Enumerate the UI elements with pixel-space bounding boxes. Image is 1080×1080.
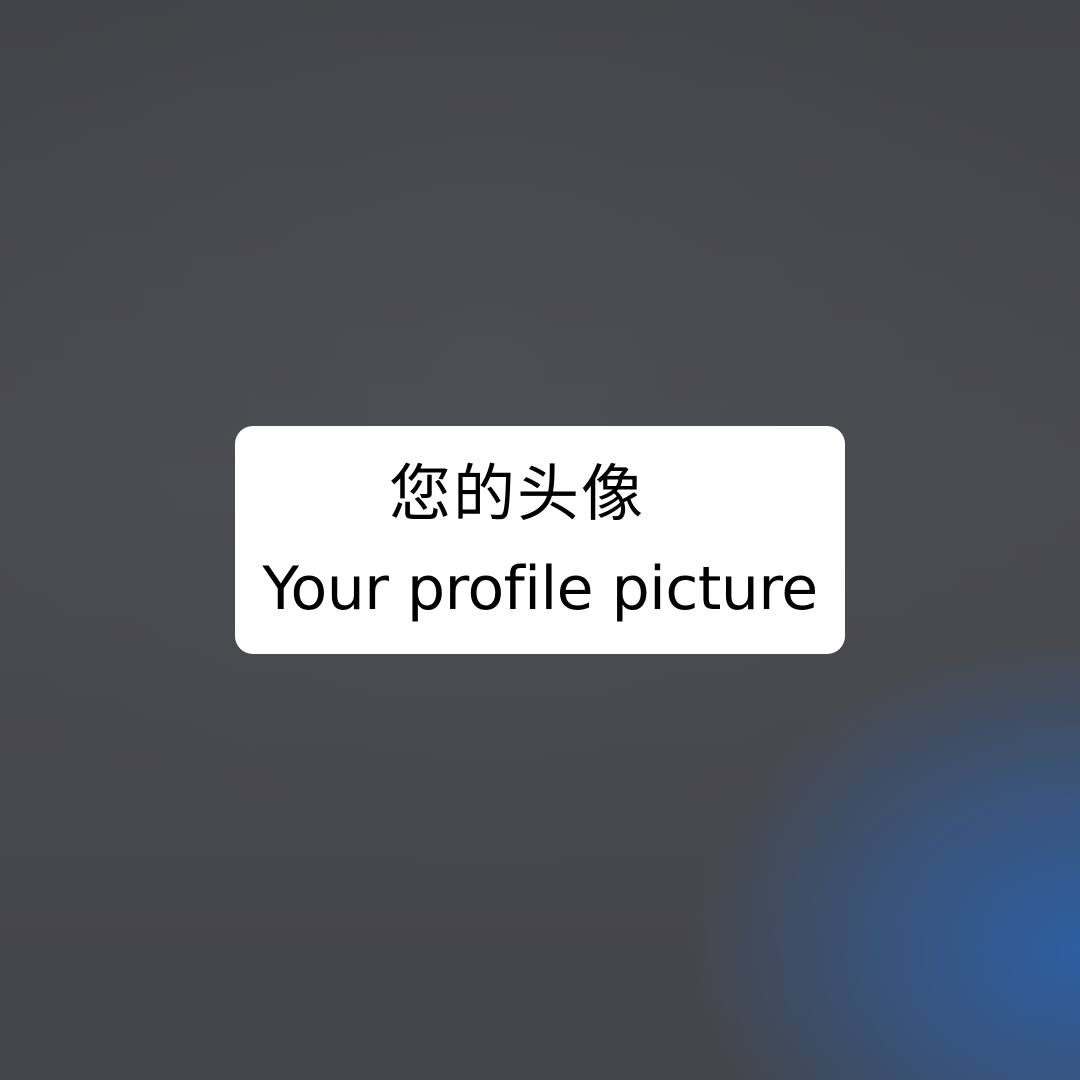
profile-picture-placeholder: { "label": { "chinese": "您的头像", "english… [0, 0, 1080, 1080]
label-english: Your profile picture [262, 554, 818, 624]
profile-picture-label-card: 您的头像 Your profile picture [235, 426, 845, 654]
label-chinese: 您的头像 [388, 457, 645, 530]
